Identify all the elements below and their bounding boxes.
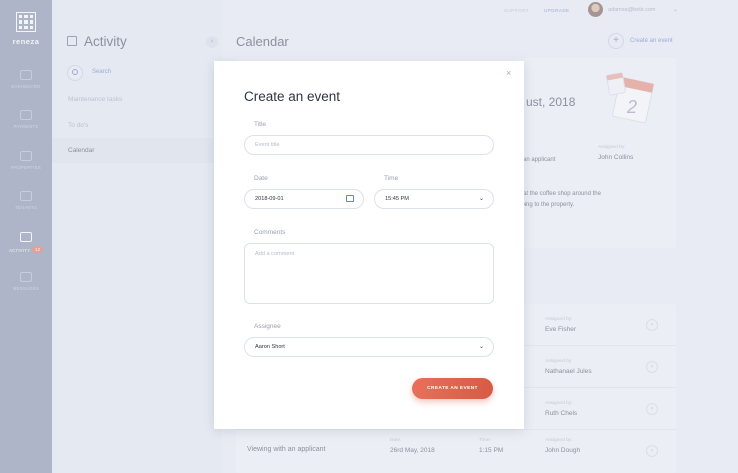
comments-field-label: Comments <box>254 229 286 236</box>
time-select[interactable]: 15:45 PM ⌄ <box>374 189 494 209</box>
date-field[interactable]: 2018-09-01 <box>244 189 364 209</box>
create-event-button[interactable]: CREATE AN EVENT <box>412 378 493 399</box>
date-field-label: Date <box>254 175 268 182</box>
close-icon[interactable]: × <box>506 68 511 78</box>
dialog-title: Create an event <box>244 89 341 104</box>
title-field-label: Title <box>254 121 267 128</box>
create-event-dialog: × Create an event Title Event title Date… <box>214 61 524 429</box>
calendar-icon[interactable] <box>346 195 354 202</box>
time-field-label: Time <box>384 175 399 182</box>
assignee-field-label: Assignee <box>254 323 281 330</box>
assignee-select[interactable]: Aaron Short ⌄ <box>244 337 494 357</box>
date-field-value: 2018-09-01 <box>255 196 284 202</box>
event-title-field[interactable]: Event title <box>244 135 494 155</box>
chevron-down-icon: ⌄ <box>478 196 484 202</box>
assignee-select-value: Aaron Short <box>255 344 285 350</box>
comment-textarea[interactable]: Add a comment <box>244 243 494 304</box>
time-select-value: 15:45 PM <box>385 196 409 202</box>
chevron-down-icon: ⌄ <box>478 344 484 350</box>
